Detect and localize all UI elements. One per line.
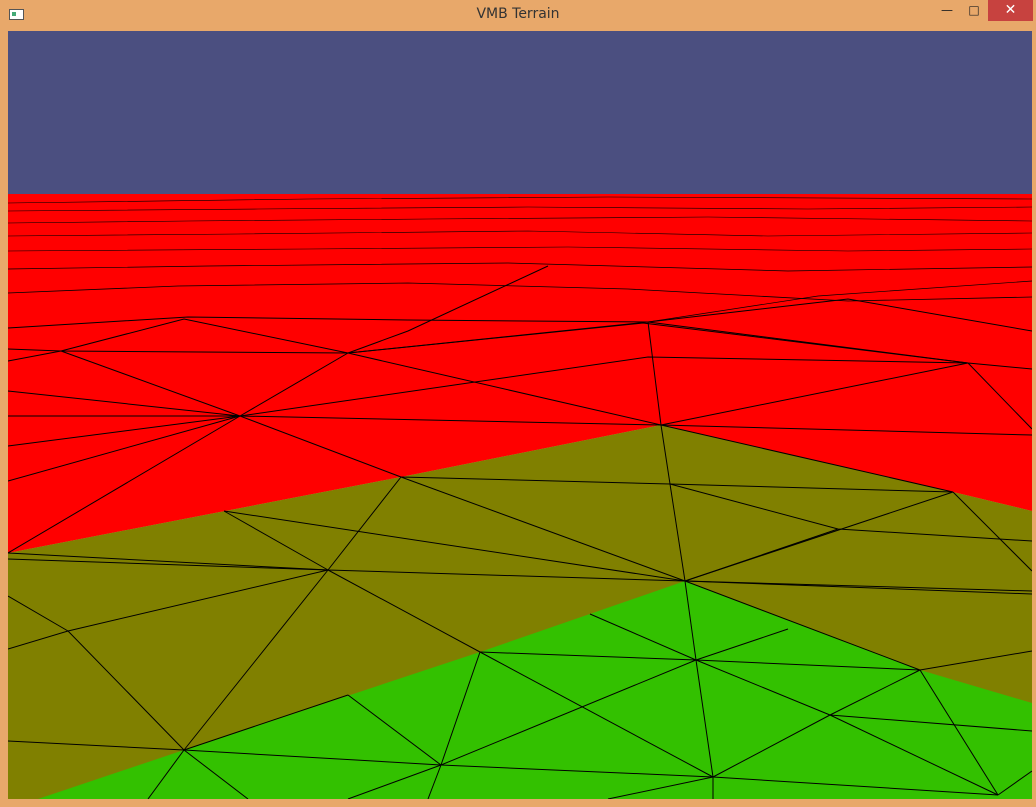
close-button[interactable]: ✕ xyxy=(988,0,1033,21)
maximize-button[interactable]: □ xyxy=(961,0,987,21)
sky xyxy=(8,31,1032,196)
window-title: VMB Terrain xyxy=(476,6,560,22)
maximize-icon: □ xyxy=(968,3,980,17)
terrain-render xyxy=(8,31,1032,799)
minimize-button[interactable]: — xyxy=(934,0,960,21)
terrain-viewport[interactable] xyxy=(8,31,1032,799)
minimize-icon: — xyxy=(941,3,953,17)
app-window: VMB Terrain — □ ✕ xyxy=(0,0,1036,807)
title-bar[interactable]: VMB Terrain — □ ✕ xyxy=(0,0,1036,31)
close-icon: ✕ xyxy=(1004,2,1017,18)
